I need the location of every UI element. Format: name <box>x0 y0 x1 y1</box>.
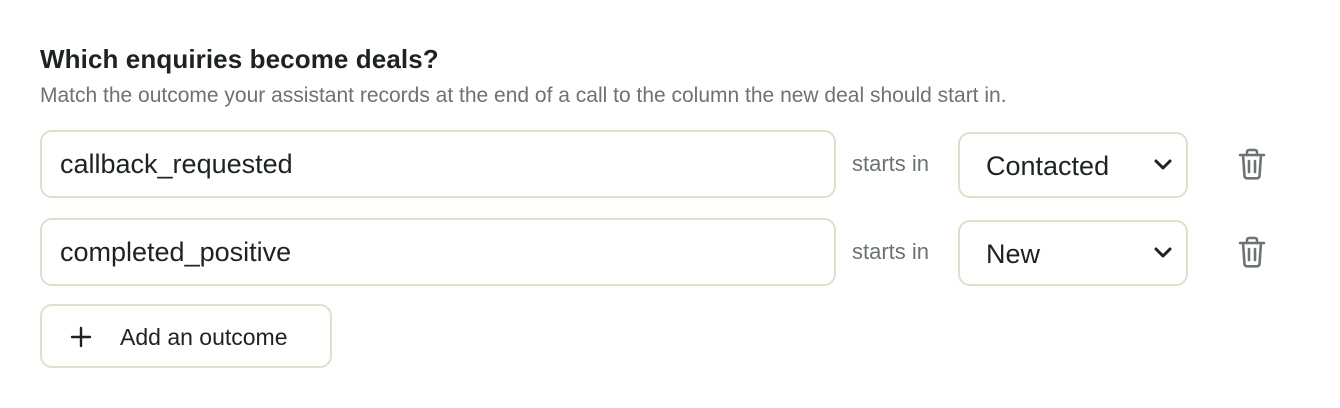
add-outcome-button[interactable]: Add an outcome <box>40 304 332 368</box>
deal-mapping-panel: Which enquiries become deals? Match the … <box>0 0 1340 408</box>
stage-select-value: New <box>986 239 1041 269</box>
trash-icon[interactable] <box>1234 146 1270 182</box>
stage-select[interactable]: New <box>958 220 1188 286</box>
outcome-input[interactable] <box>40 130 836 198</box>
mapping-row: starts in Contacted <box>40 130 1280 198</box>
chevron-down-icon <box>1154 159 1172 170</box>
mapping-row: starts in New <box>40 218 1280 286</box>
plus-icon <box>70 326 92 348</box>
add-outcome-label: Add an outcome <box>120 324 288 350</box>
trash-icon[interactable] <box>1234 234 1270 270</box>
stage-select[interactable]: Contacted <box>958 132 1188 198</box>
chevron-down-icon <box>1154 247 1172 258</box>
outcome-input[interactable] <box>40 218 836 286</box>
starts-in-label: starts in <box>852 151 930 176</box>
section-description: Match the outcome your assistant records… <box>40 84 1007 107</box>
starts-in-label: starts in <box>852 239 930 264</box>
stage-select-value: Contacted <box>986 151 1110 181</box>
section-title: Which enquiries become deals? <box>40 44 439 74</box>
